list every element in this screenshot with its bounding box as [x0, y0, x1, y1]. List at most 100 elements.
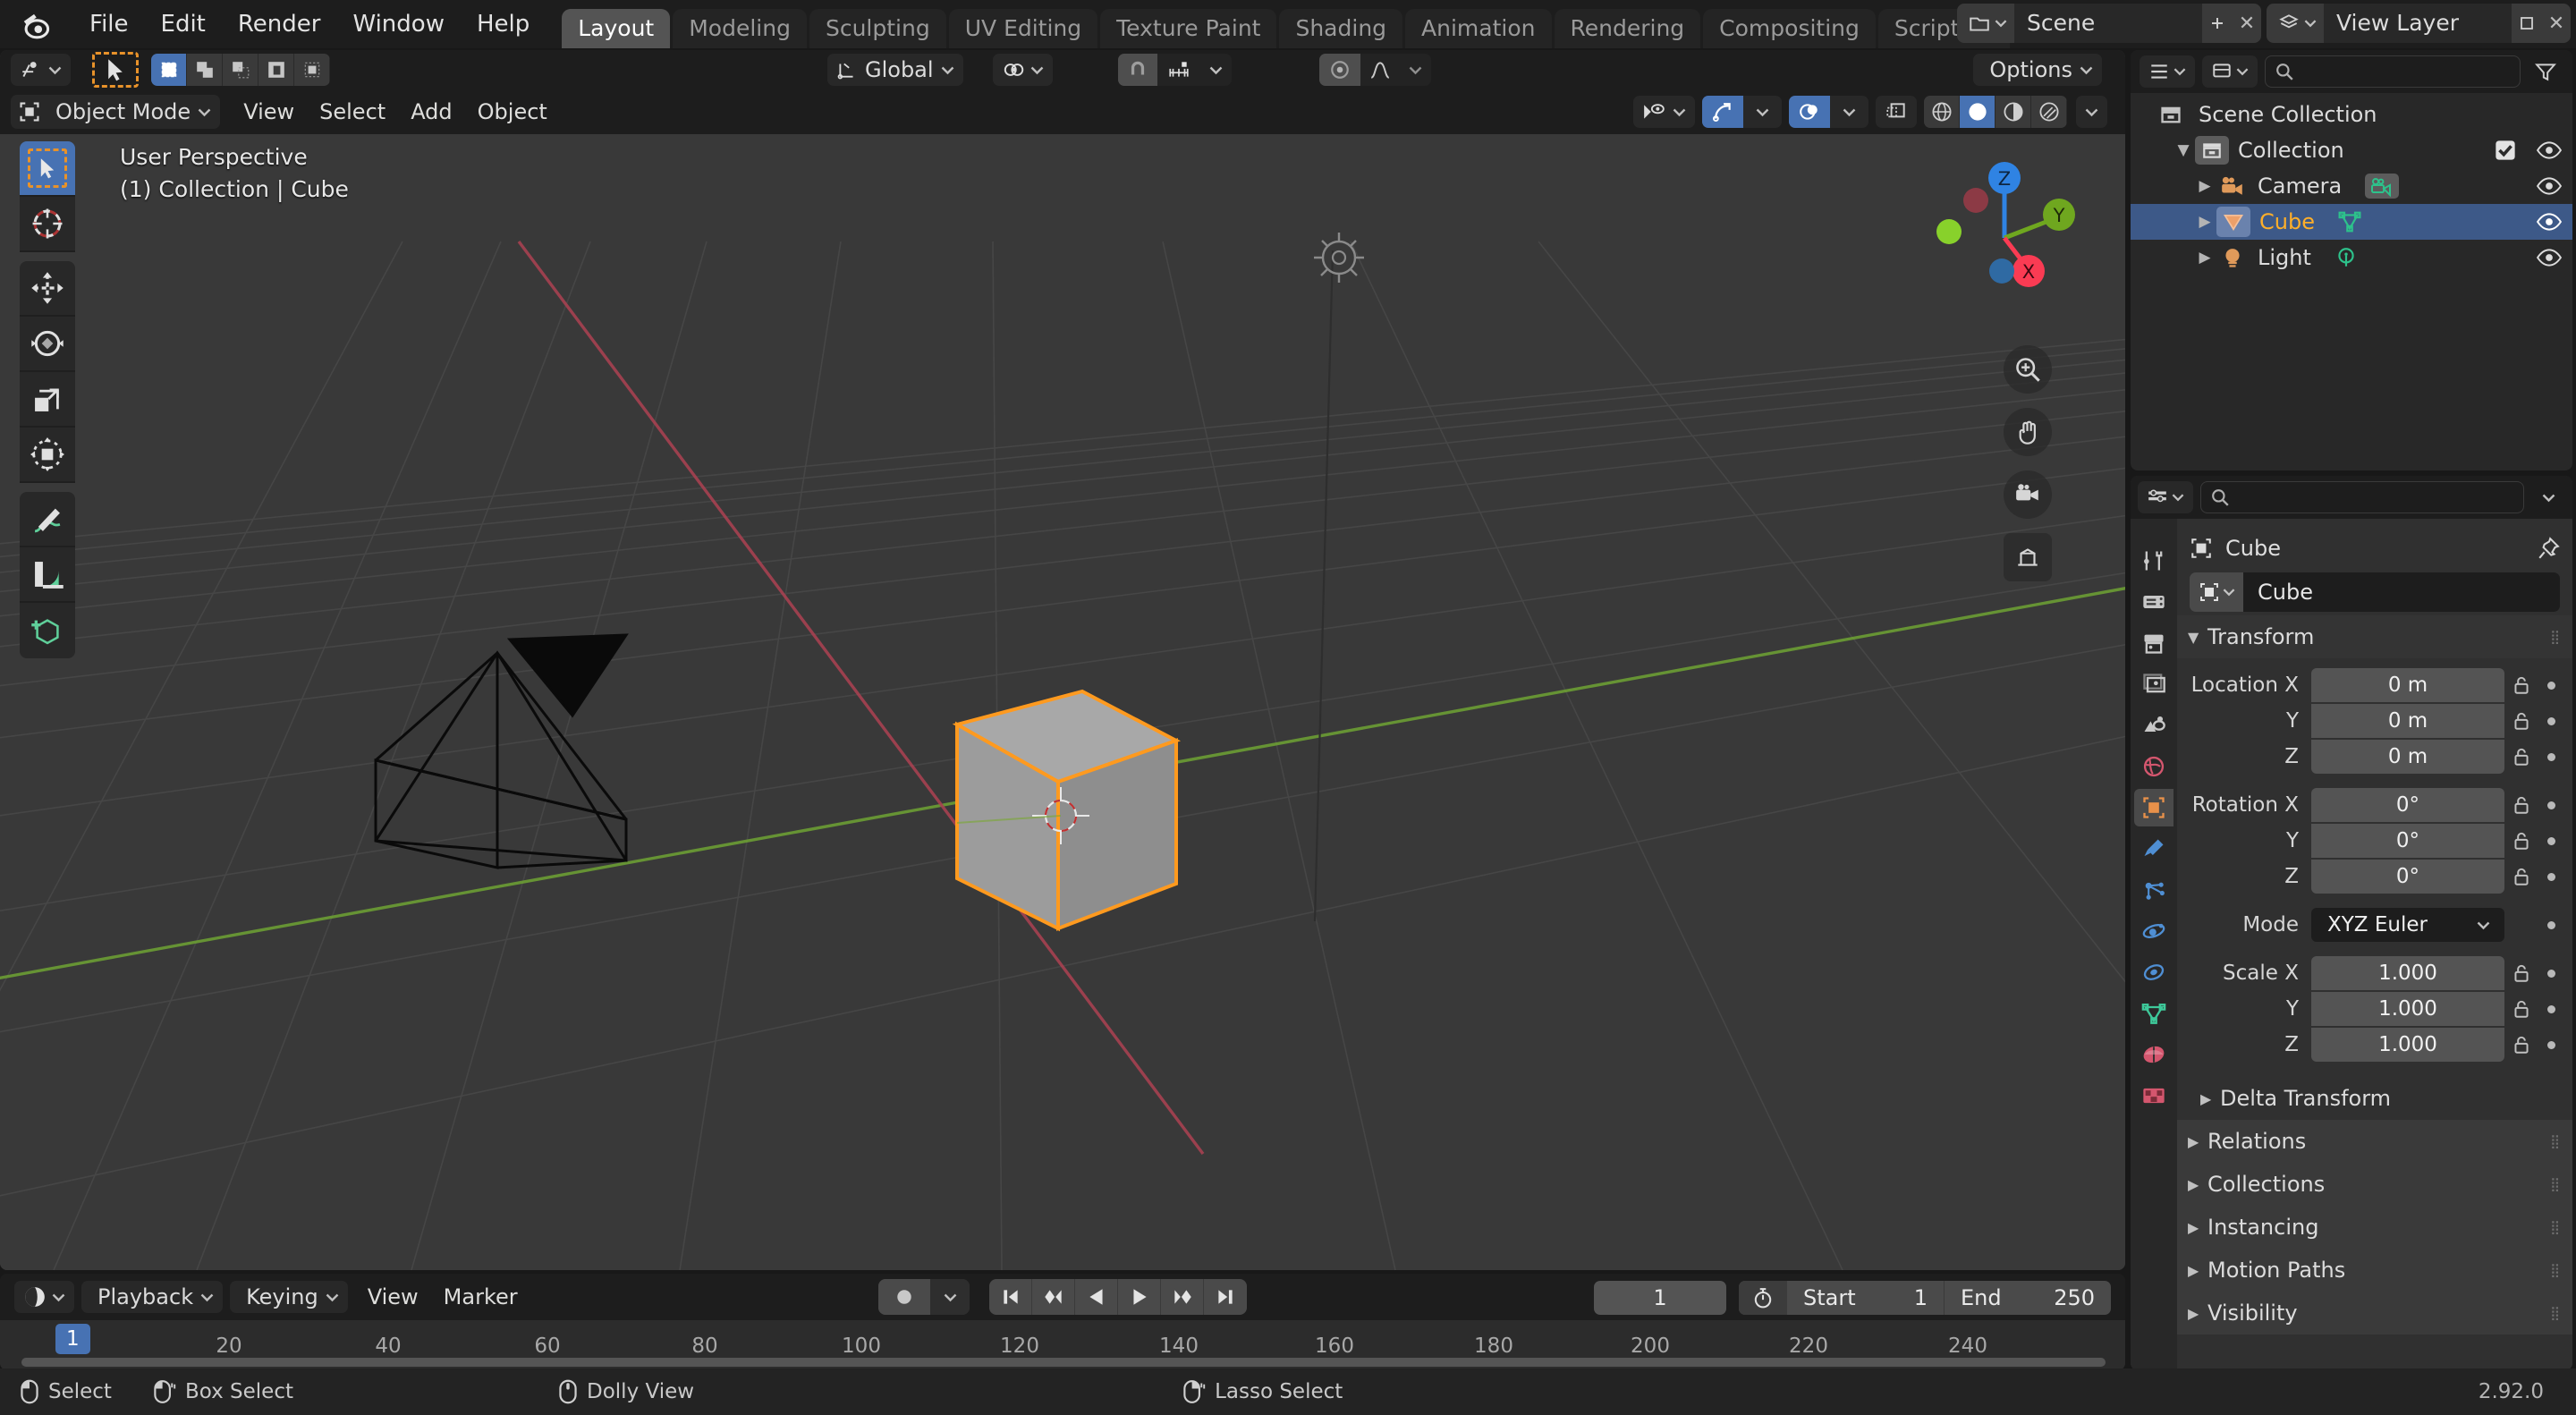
- current-frame-field[interactable]: 1: [1594, 1281, 1726, 1315]
- scale-z-lock-icon[interactable]: [2504, 1034, 2538, 1055]
- overlays-toggle-group[interactable]: [1789, 96, 1868, 128]
- zoom-icon[interactable]: [2004, 345, 2052, 394]
- timeline-menu-marker[interactable]: Marker: [431, 1280, 530, 1314]
- select-subtract-icon[interactable]: [223, 54, 258, 86]
- camera-view-icon[interactable]: [2004, 470, 2052, 519]
- light-data-icon[interactable]: [2334, 246, 2358, 269]
- auto-keying-record-icon[interactable]: [878, 1279, 930, 1315]
- gizmo-icon[interactable]: [1702, 96, 1743, 128]
- disclosure-triangle-collapsed-icon[interactable]: ▶: [2188, 1262, 2207, 1279]
- workspace-tab-modeling[interactable]: Modeling: [673, 9, 807, 48]
- scale-x-lock-icon[interactable]: [2504, 962, 2538, 984]
- view-layer-selector[interactable]: View Layer ✕: [2267, 4, 2571, 43]
- tool-scale[interactable]: [20, 372, 75, 428]
- proportional-edit-group[interactable]: [1319, 54, 1431, 86]
- outliner-row-camera[interactable]: ▶ Camera: [2131, 168, 2572, 204]
- menu-edit[interactable]: Edit: [145, 6, 222, 42]
- properties-editor-type-icon[interactable]: [2138, 481, 2193, 513]
- tool-measure[interactable]: [20, 547, 75, 603]
- disclosure-triangle-collapsed-icon[interactable]: ▶: [2188, 1133, 2207, 1150]
- properties-tab-material[interactable]: [2134, 1036, 2174, 1073]
- viewport-menu-object[interactable]: Object: [465, 95, 560, 129]
- viewport-menu-add[interactable]: Add: [398, 95, 464, 129]
- timeline-scrubber[interactable]: 1 20 40 60 80 100 120 140 160 180 200 22…: [0, 1320, 2125, 1370]
- outliner-row-cube[interactable]: ▶ Cube: [2131, 204, 2572, 240]
- disclosure-triangle-collapsed-icon[interactable]: ▶: [2188, 1305, 2207, 1322]
- timeline-editor-type-icon[interactable]: [14, 1281, 74, 1313]
- proportional-edit-icon[interactable]: [1319, 54, 1360, 86]
- disclosure-triangle-collapsed-icon[interactable]: ▶: [2200, 1090, 2220, 1107]
- select-extend-icon[interactable]: [187, 54, 223, 86]
- smooth-falloff-icon[interactable]: [1360, 54, 1400, 86]
- select-mode-segment[interactable]: [151, 54, 330, 86]
- location-x-animate-dot[interactable]: [2538, 681, 2563, 690]
- rotation-z-animate-dot[interactable]: [2538, 872, 2563, 881]
- new-scene-icon[interactable]: [2202, 4, 2233, 43]
- frame-range-timer-icon[interactable]: [1739, 1281, 1787, 1315]
- outliner-editor-type-icon[interactable]: [2140, 55, 2195, 88]
- new-view-layer-icon[interactable]: [2512, 4, 2542, 43]
- disclosure-triangle-collapsed-icon[interactable]: ▶: [2193, 213, 2216, 231]
- timeline-scrollbar[interactable]: [21, 1358, 2106, 1367]
- viewport-menu-select[interactable]: Select: [307, 95, 398, 129]
- properties-tab-object-data[interactable]: [2134, 995, 2174, 1032]
- panel-header-visibility[interactable]: ▶ Visibility ⣿: [2177, 1292, 2572, 1335]
- end-frame-value[interactable]: 250: [2054, 1285, 2095, 1310]
- rotation-x-animate-dot[interactable]: [2538, 801, 2563, 809]
- scale-y-lock-icon[interactable]: [2504, 998, 2538, 1020]
- xray-icon[interactable]: [1876, 96, 1917, 128]
- location-y-animate-dot[interactable]: [2538, 716, 2563, 725]
- location-x-field[interactable]: 0 m: [2311, 668, 2504, 702]
- 3d-viewport-canvas[interactable]: User Perspective (1) Collection | Cube: [0, 134, 2125, 1270]
- outliner-search-input[interactable]: [2265, 55, 2521, 88]
- disclosure-triangle-collapsed-icon[interactable]: ▶: [2188, 1219, 2207, 1236]
- snapping-group[interactable]: [1118, 54, 1232, 86]
- properties-tab-physics[interactable]: [2134, 912, 2174, 950]
- menu-file[interactable]: File: [73, 6, 145, 42]
- scale-z-field[interactable]: 1.000: [2311, 1028, 2504, 1062]
- select-intersect-icon[interactable]: [294, 54, 330, 86]
- visibility-eye-icon[interactable]: [2537, 212, 2562, 232]
- rotation-z-field[interactable]: 0°: [2311, 860, 2504, 894]
- panel-header-collections[interactable]: ▶ Collections ⣿: [2177, 1163, 2572, 1206]
- select-set-new-icon[interactable]: [151, 54, 187, 86]
- viewport-3d-scene[interactable]: [0, 134, 2125, 1270]
- blender-logo-icon[interactable]: [20, 7, 54, 41]
- transform-orientation-dropdown[interactable]: Global: [827, 54, 963, 86]
- jump-to-start-button[interactable]: [989, 1279, 1032, 1315]
- rotation-z-lock-icon[interactable]: [2504, 866, 2538, 887]
- object-id-browse-button[interactable]: [2190, 572, 2243, 612]
- tool-cursor[interactable]: [20, 197, 75, 252]
- timeline-playhead[interactable]: 1: [55, 1324, 90, 1354]
- location-y-lock-icon[interactable]: [2504, 710, 2538, 732]
- workspace-tab-animation[interactable]: Animation: [1405, 9, 1552, 48]
- rotation-x-field[interactable]: 0°: [2311, 788, 2504, 822]
- location-y-field[interactable]: 0 m: [2311, 704, 2504, 738]
- outliner-row-scene-collection[interactable]: Scene Collection: [2131, 97, 2572, 132]
- shading-options-dropdown[interactable]: [2076, 96, 2107, 128]
- outliner-row-light[interactable]: ▶ Light: [2131, 240, 2572, 275]
- shading-material-preview-icon[interactable]: [1996, 96, 2031, 128]
- play-button[interactable]: [1118, 1279, 1161, 1315]
- viewport-menu-view[interactable]: View: [231, 95, 307, 129]
- workspace-tab-layout[interactable]: Layout: [562, 9, 671, 48]
- panel-header-delta-transform[interactable]: ▶ Delta Transform: [2177, 1077, 2572, 1120]
- scene-selector[interactable]: Scene ✕: [1957, 4, 2261, 43]
- shading-rendered-icon[interactable]: [2031, 96, 2067, 128]
- tool-annotate[interactable]: [20, 492, 75, 547]
- tool-move[interactable]: [20, 261, 75, 317]
- properties-tab-output[interactable]: [2134, 624, 2174, 662]
- timeline-menu-view[interactable]: View: [355, 1280, 431, 1314]
- panel-header-transform[interactable]: ▼ Transform ⣿: [2177, 615, 2572, 658]
- camera-data-icon[interactable]: [2365, 174, 2400, 199]
- panel-header-motion-paths[interactable]: ▶ Motion Paths ⣿: [2177, 1249, 2572, 1292]
- view-layer-name[interactable]: View Layer: [2324, 4, 2512, 43]
- timeline-menu-keying[interactable]: Keying: [230, 1281, 348, 1313]
- properties-tab-view-layer[interactable]: [2134, 665, 2174, 703]
- remove-view-layer-icon[interactable]: ✕: [2542, 4, 2571, 43]
- select-invert-icon[interactable]: [258, 54, 294, 86]
- magnet-icon[interactable]: [1118, 54, 1157, 86]
- jump-to-end-button[interactable]: [1204, 1279, 1247, 1315]
- outliner-row-collection[interactable]: ▼ Collection: [2131, 132, 2572, 168]
- visibility-eye-icon[interactable]: [2537, 140, 2562, 160]
